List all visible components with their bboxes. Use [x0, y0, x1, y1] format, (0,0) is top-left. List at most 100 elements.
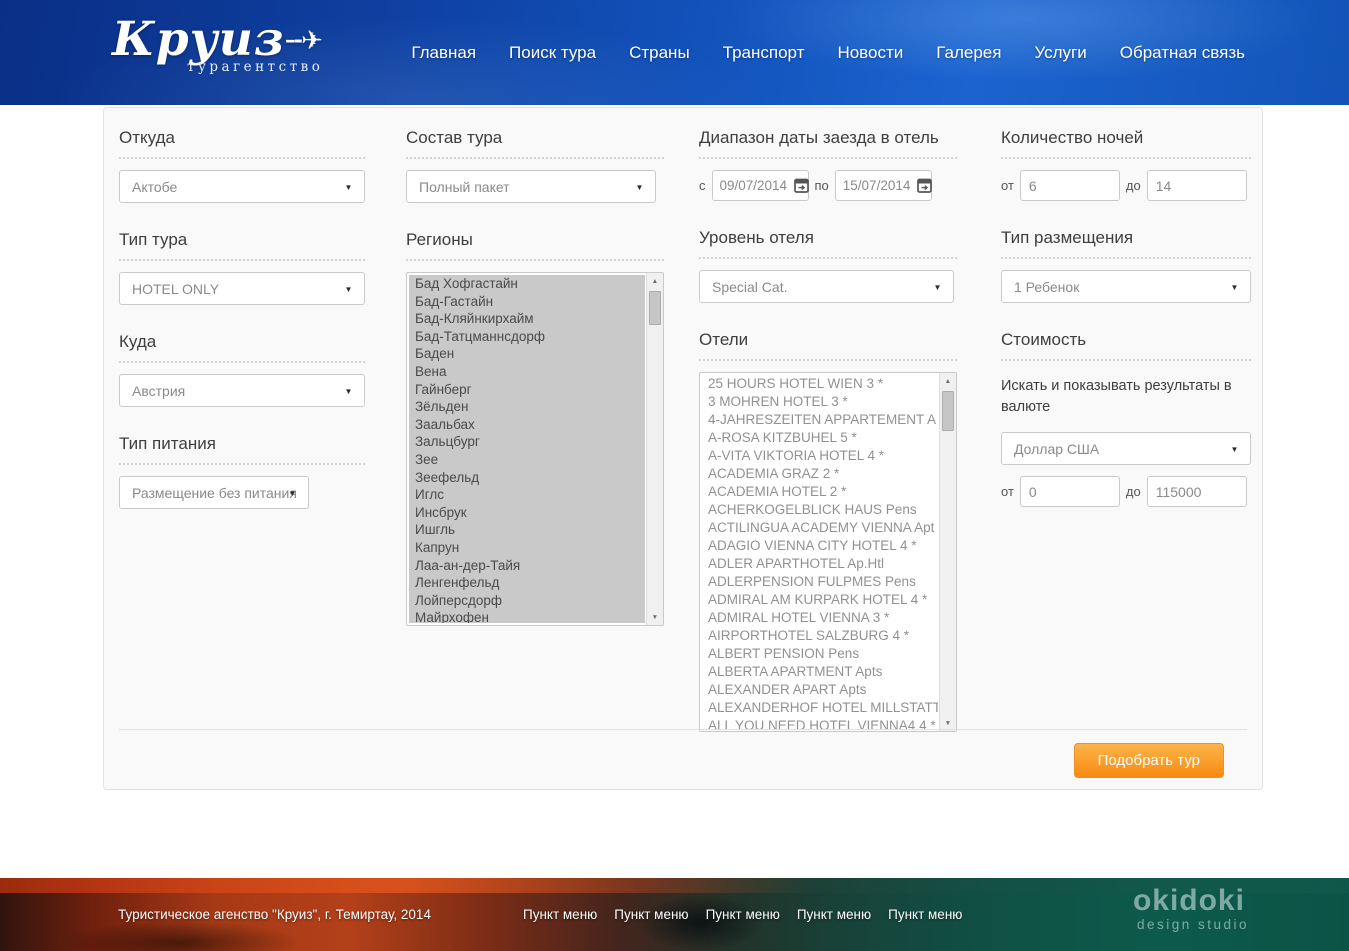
hotel-level-select[interactable]: Special Cat.: [699, 270, 954, 303]
hotel-option[interactable]: ALEXANDERHOF HOTEL MILLSTATT: [702, 699, 938, 717]
accommodation-section: Тип размещения 1 Ребенок: [1001, 228, 1251, 303]
region-option[interactable]: Вена: [409, 363, 645, 381]
region-option[interactable]: Лаа-ан-дер-Тайя: [409, 557, 645, 575]
tour-type-section: Тип тура HOTEL ONLY: [119, 230, 365, 305]
regions-scrollbar[interactable]: [646, 273, 663, 625]
footer-menu-item[interactable]: Пункт меню: [706, 907, 780, 922]
region-option[interactable]: Лойперсдорф: [409, 592, 645, 610]
hotel-option[interactable]: ADMIRAL AM KURPARK HOTEL 4 *: [702, 591, 938, 609]
hotel-option[interactable]: ALBERT PENSION Pens: [702, 645, 938, 663]
region-option[interactable]: Капрун: [409, 539, 645, 557]
region-option[interactable]: Зеефельд: [409, 469, 645, 487]
tour-type-select[interactable]: HOTEL ONLY: [119, 272, 365, 305]
hotel-option[interactable]: ADLER APARTHOTEL Ap.Htl: [702, 555, 938, 573]
price-row: от до: [1001, 476, 1251, 507]
date-to-label: по: [815, 178, 829, 193]
destination-label: Куда: [119, 332, 365, 363]
region-option[interactable]: Зее: [409, 451, 645, 469]
hotel-option[interactable]: ACHERKOGELBLICK HAUS Pens: [702, 501, 938, 519]
hotels-items: 25 HOURS HOTEL WIEN 3 *3 MOHREN HOTEL 3 …: [702, 375, 938, 729]
meal-type-select[interactable]: Размещение без питания: [119, 476, 309, 509]
hotel-option[interactable]: ACADEMIA HOTEL 2 *: [702, 483, 938, 501]
studio-name: okidoki: [1133, 886, 1249, 916]
calendar-icon[interactable]: [917, 178, 932, 193]
region-option[interactable]: Инсбрук: [409, 504, 645, 522]
date-range-section: Диапазон даты заезда в отель с по: [699, 128, 957, 201]
date-range-label: Диапазон даты заезда в отель: [699, 128, 957, 159]
scroll-up-icon[interactable]: [940, 373, 956, 389]
footer-copyright: Туристическое агенство "Круиз", г. Темир…: [118, 907, 431, 922]
studio-logo[interactable]: okidoki design studio: [1133, 886, 1249, 932]
hotel-option[interactable]: ACADEMIA GRAZ 2 *: [702, 465, 938, 483]
nav-item[interactable]: Поиск тура: [509, 43, 596, 63]
hotel-option[interactable]: 4-JAHRESZEITEN APPARTEMENT A: [702, 411, 938, 429]
region-option[interactable]: Иглс: [409, 486, 645, 504]
accommodation-select[interactable]: 1 Ребенок: [1001, 270, 1251, 303]
footer-menu-item[interactable]: Пункт меню: [614, 907, 688, 922]
site-header: Круиз–-✈ турагентство Главная Поиск тура С…: [0, 0, 1349, 105]
region-option[interactable]: Гайнберг: [409, 381, 645, 399]
form-column-1: Откуда Актобе Тип тура HOTEL ONLY Куда А…: [119, 108, 365, 509]
search-tour-button[interactable]: Подобрать тур: [1074, 743, 1224, 778]
nav-item[interactable]: Новости: [837, 43, 903, 63]
hotels-listbox[interactable]: 25 HOURS HOTEL WIEN 3 *3 MOHREN HOTEL 3 …: [699, 372, 957, 732]
destination-select[interactable]: Австрия: [119, 374, 365, 407]
region-option[interactable]: Зальцбург: [409, 433, 645, 451]
nights-to-input[interactable]: [1147, 170, 1247, 201]
region-option[interactable]: Бад-Гастайн: [409, 293, 645, 311]
date-from-input[interactable]: [720, 172, 792, 199]
nights-section: Количество ночей от до: [1001, 128, 1251, 201]
nights-from-input[interactable]: [1020, 170, 1120, 201]
accommodation-value: 1 Ребенок: [1014, 279, 1079, 295]
regions-listbox[interactable]: Бад ХофгастайнБад-ГастайнБад-Кляйнкирхай…: [406, 272, 664, 626]
date-to-input[interactable]: [843, 172, 915, 199]
origin-select[interactable]: Актобе: [119, 170, 365, 203]
region-option[interactable]: Бад-Татцманнсдорф: [409, 328, 645, 346]
scrollbar-thumb[interactable]: [942, 391, 954, 431]
hotel-option[interactable]: ADAGIO VIENNA CITY HOTEL 4 *: [702, 537, 938, 555]
nav-item[interactable]: Главная: [411, 43, 476, 63]
origin-value: Актобе: [132, 179, 177, 195]
nav-item[interactable]: Галерея: [936, 43, 1001, 63]
tour-type-label: Тип тура: [119, 230, 365, 261]
hotel-option[interactable]: ALBERTA APARTMENT Apts: [702, 663, 938, 681]
hotels-scrollbar[interactable]: [939, 373, 956, 731]
hotel-option[interactable]: ADMIRAL HOTEL VIENNA 3 *: [702, 609, 938, 627]
hotel-option[interactable]: A-ROSA KITZBUHEL 5 *: [702, 429, 938, 447]
region-option[interactable]: Майрхофен: [409, 609, 645, 623]
hotel-option[interactable]: ALEXANDER APART Apts: [702, 681, 938, 699]
hotel-option[interactable]: 25 HOURS HOTEL WIEN 3 *: [702, 375, 938, 393]
region-option[interactable]: Баден: [409, 345, 645, 363]
date-from-field: [712, 170, 809, 201]
footer-menu-item[interactable]: Пункт меню: [797, 907, 871, 922]
scrollbar-thumb[interactable]: [649, 291, 661, 325]
studio-tagline: design studio: [1133, 918, 1249, 932]
region-option[interactable]: Бад-Кляйнкирхайм: [409, 310, 645, 328]
logo[interactable]: Круиз–-✈ турагентство: [112, 14, 324, 75]
footer-menu-item[interactable]: Пункт меню: [523, 907, 597, 922]
region-option[interactable]: Бад Хофгастайн: [409, 275, 645, 293]
hotel-option[interactable]: ALL YOU NEED HOTEL VIENNA4 4 *: [702, 717, 938, 729]
footer-menu-item[interactable]: Пункт меню: [888, 907, 962, 922]
region-option[interactable]: Зёльден: [409, 398, 645, 416]
nav-item[interactable]: Страны: [629, 43, 690, 63]
currency-select[interactable]: Доллар США: [1001, 432, 1251, 465]
hotels-label: Отели: [699, 330, 957, 361]
hotel-option[interactable]: A-VITA VIKTORIA HOTEL 4 *: [702, 447, 938, 465]
nav-item[interactable]: Транспорт: [723, 43, 805, 63]
scroll-down-icon[interactable]: [647, 609, 663, 625]
region-option[interactable]: Заальбах: [409, 416, 645, 434]
hotel-option[interactable]: AIRPORTHOTEL SALZBURG 4 *: [702, 627, 938, 645]
tour-package-select[interactable]: Полный пакет: [406, 170, 656, 203]
region-option[interactable]: Ленгенфельд: [409, 574, 645, 592]
nav-item[interactable]: Услуги: [1034, 43, 1086, 63]
scroll-up-icon[interactable]: [647, 273, 663, 289]
region-option[interactable]: Ишгль: [409, 521, 645, 539]
price-to-input[interactable]: [1147, 476, 1247, 507]
nav-item[interactable]: Обратная связь: [1120, 43, 1245, 63]
hotel-option[interactable]: 3 MOHREN HOTEL 3 *: [702, 393, 938, 411]
hotel-option[interactable]: ACTILINGUA ACADEMY VIENNA Apt: [702, 519, 938, 537]
hotel-option[interactable]: ADLERPENSION FULPMES Pens: [702, 573, 938, 591]
price-from-input[interactable]: [1020, 476, 1120, 507]
calendar-icon[interactable]: [794, 178, 809, 193]
